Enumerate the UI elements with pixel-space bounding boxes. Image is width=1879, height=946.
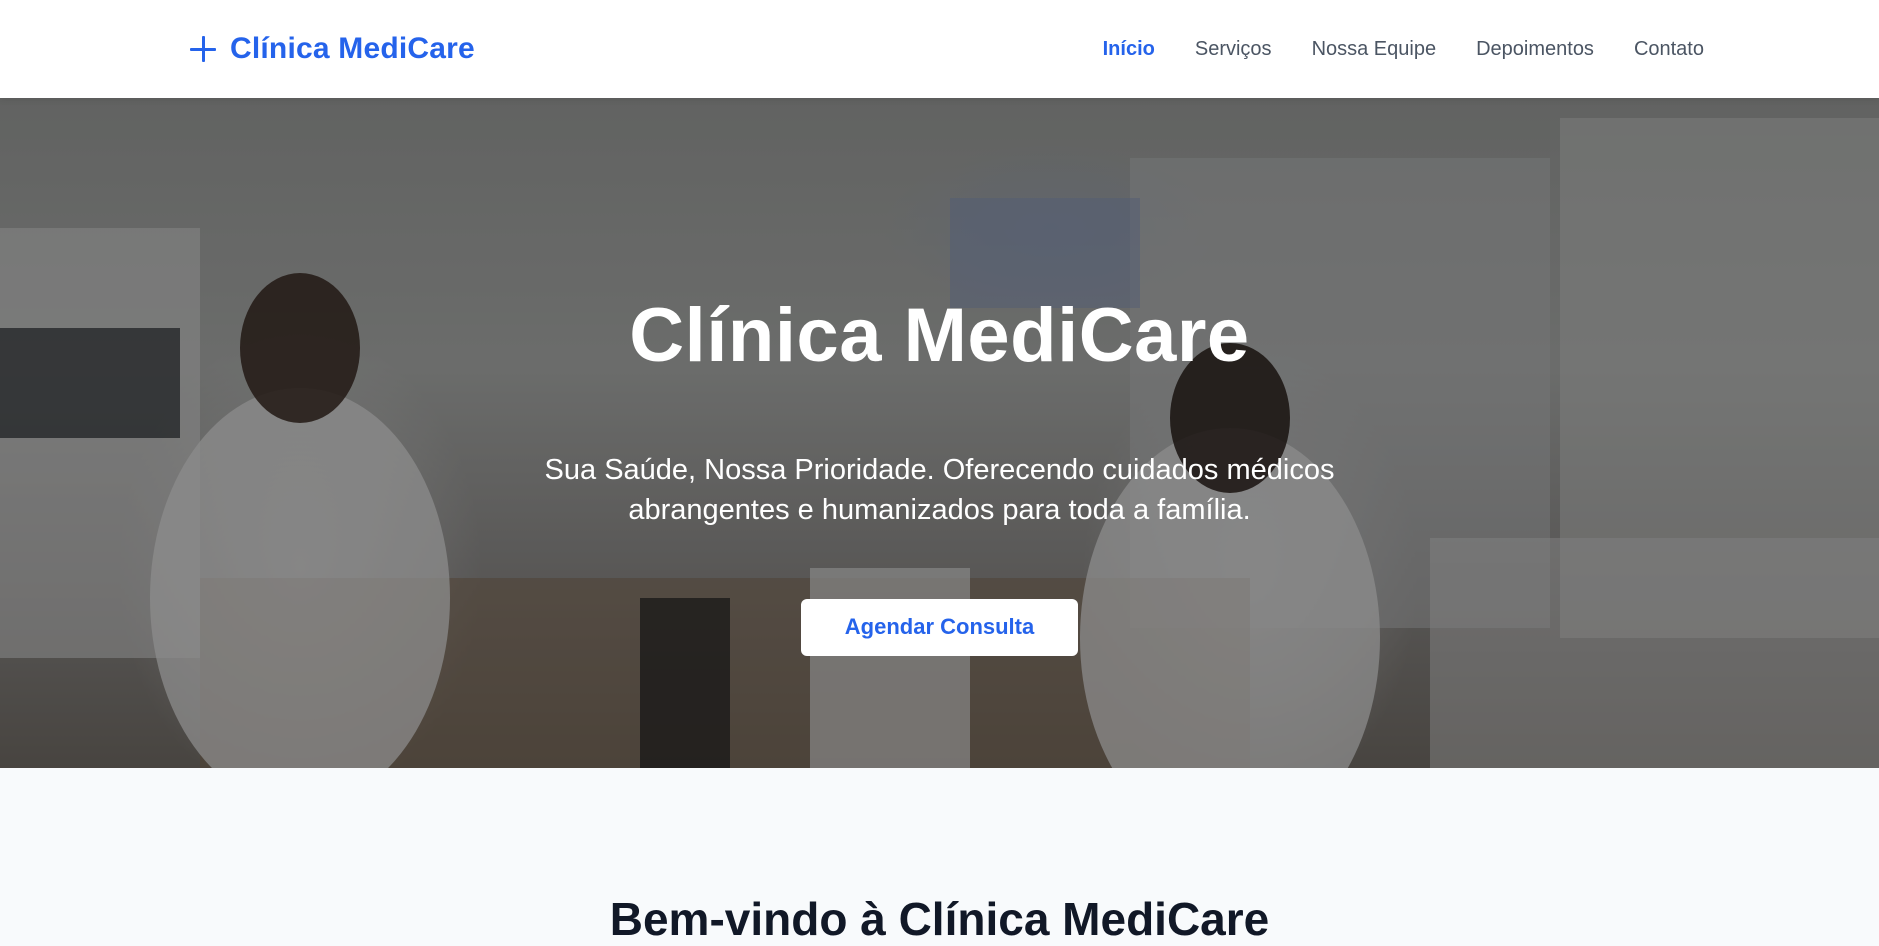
hero-section: Clínica MediCare Sua Saúde, Nossa Priori…	[0, 98, 1879, 768]
brand-logo-link[interactable]: Clínica MediCare	[190, 27, 475, 71]
nav-link-servicos[interactable]: Serviços	[1195, 38, 1272, 61]
nav-link-depoimentos[interactable]: Depoimentos	[1476, 38, 1594, 61]
nav-link-inicio[interactable]: Início	[1103, 38, 1155, 61]
main-nav: Início Serviços Nossa Equipe Depoimentos…	[1103, 0, 1704, 98]
hero-title: Clínica MediCare	[629, 293, 1250, 378]
welcome-section: Bem-vindo à Clínica MediCare	[0, 768, 1879, 945]
nav-link-nossa-equipe[interactable]: Nossa Equipe	[1312, 38, 1437, 61]
plus-icon	[190, 36, 216, 62]
nav-link-contato[interactable]: Contato	[1634, 38, 1704, 61]
welcome-title: Bem-vindo à Clínica MediCare	[609, 893, 1270, 945]
schedule-appointment-button[interactable]: Agendar Consulta	[801, 598, 1078, 656]
hero-content: Clínica MediCare Sua Saúde, Nossa Priori…	[0, 98, 1879, 768]
brand-name: Clínica MediCare	[230, 32, 475, 65]
hero-subtitle: Sua Saúde, Nossa Prioridade. Oferecendo …	[544, 453, 1335, 526]
site-header: Clínica MediCare Início Serviços Nossa E…	[0, 0, 1879, 98]
